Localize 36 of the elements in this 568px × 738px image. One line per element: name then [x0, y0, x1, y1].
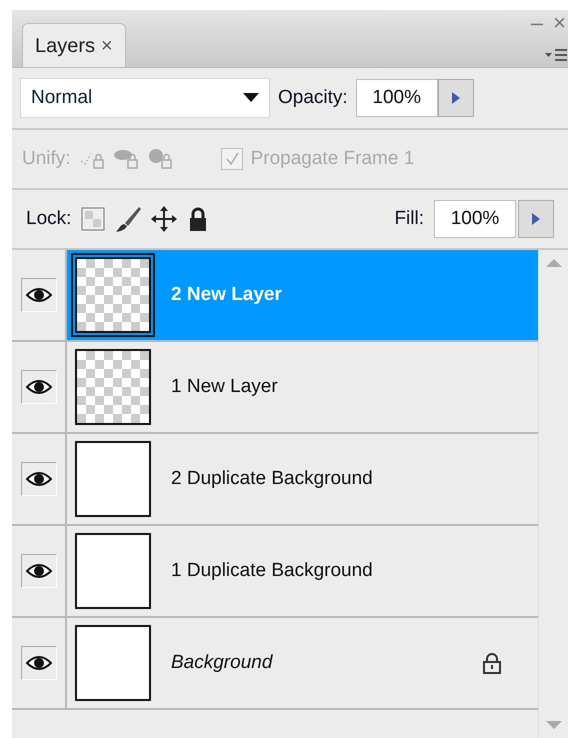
eye-icon [26, 654, 52, 672]
opacity-field[interactable]: 100% [356, 79, 438, 117]
visibility-toggle[interactable] [20, 462, 56, 496]
eye-icon [26, 562, 52, 580]
layer-row[interactable]: 1 Duplicate Background [67, 526, 538, 616]
fill-label: Fill: [394, 206, 424, 231]
unify-style-icon [146, 147, 173, 171]
unify-visibility-icon [112, 147, 139, 171]
brush-icon[interactable] [115, 205, 142, 233]
move-icon[interactable] [151, 205, 178, 233]
checkmark-icon [224, 152, 239, 166]
layers-tab[interactable]: Layers × [22, 23, 126, 67]
layer-row[interactable]: 2 Duplicate Background [67, 434, 538, 524]
layer-row[interactable]: Background [67, 618, 538, 708]
play-icon [452, 92, 460, 104]
visibility-toggle[interactable] [20, 554, 56, 588]
unify-label: Unify: [22, 146, 71, 171]
fill-field[interactable]: 100% [434, 200, 516, 238]
propagate-label: Propagate Frame 1 [250, 146, 414, 171]
opacity-label: Opacity: [278, 86, 348, 110]
blend-mode-dropdown[interactable]: Normal [20, 78, 270, 118]
visibility-toggle[interactable] [20, 646, 56, 680]
opacity-arrow-button[interactable] [438, 79, 474, 117]
panel-menu-icon[interactable] [544, 47, 568, 63]
visibility-toggle[interactable] [20, 278, 56, 312]
eye-icon [26, 286, 52, 304]
layer-row[interactable]: 1 New Layer [67, 342, 538, 432]
fill-arrow-button[interactable] [518, 200, 554, 238]
visibility-toggle[interactable] [20, 370, 56, 404]
eye-icon [26, 378, 52, 396]
lock-transparency-icon[interactable] [81, 207, 106, 231]
lock-label: Lock: [26, 206, 72, 231]
eye-icon [26, 470, 52, 488]
tab-close-button[interactable]: × [101, 30, 113, 60]
caret-icon [243, 93, 259, 103]
play-icon [532, 213, 540, 225]
